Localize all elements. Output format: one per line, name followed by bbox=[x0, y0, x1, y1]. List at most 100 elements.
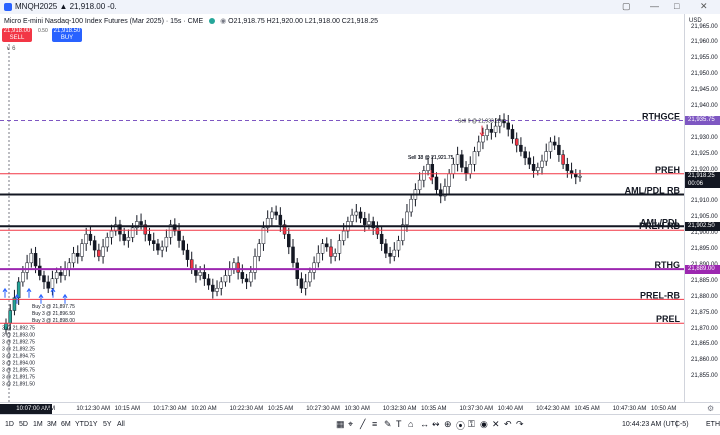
candle-body bbox=[337, 240, 342, 254]
text-icon[interactable]: T bbox=[396, 419, 402, 429]
price-tick: 21,910.00 bbox=[691, 198, 718, 205]
range-6m[interactable]: 6M bbox=[61, 421, 71, 428]
brush-icon[interactable]: ✎ bbox=[384, 419, 392, 430]
price-tick: 21,965.00 bbox=[691, 23, 718, 30]
calendar-icon[interactable]: ▦ bbox=[336, 419, 345, 430]
candle-body bbox=[329, 246, 333, 257]
tab-title[interactable]: MNQH2025 ▲ 21,918.00 -0. bbox=[15, 2, 117, 11]
price-axis[interactable]: USD 21,965.00 21,960.00 21,955.00 21,950.00… bbox=[684, 14, 720, 402]
cursor-icon[interactable]: ⌖ bbox=[348, 419, 353, 430]
symbol-tab-icon bbox=[4, 3, 12, 11]
candle-body bbox=[8, 310, 12, 324]
price-tick: 21,860.00 bbox=[691, 357, 718, 364]
range-1m[interactable]: 1M bbox=[33, 421, 43, 428]
close-window-icon[interactable]: ✕ bbox=[700, 1, 708, 12]
candle-body bbox=[476, 141, 481, 152]
candle-body bbox=[29, 253, 34, 264]
extended-hours-toggle[interactable]: ETH bbox=[706, 421, 720, 428]
time-tick: 10:27:30 AM bbox=[306, 406, 340, 412]
candle-body bbox=[578, 175, 582, 178]
time-tick: 10:47:30 AM bbox=[612, 406, 647, 412]
candle-body bbox=[59, 272, 63, 276]
buy-execution-label: Buy 3 @ 21,897.75 bbox=[32, 304, 75, 310]
candle-body bbox=[333, 253, 337, 257]
order-quantity[interactable]: ∨ 6 bbox=[6, 45, 15, 52]
candle-body bbox=[257, 243, 261, 257]
range-5y[interactable]: 5Y bbox=[103, 421, 112, 428]
candle-body bbox=[350, 214, 354, 222]
quantity-value: 6 bbox=[12, 46, 16, 52]
pattern-icon[interactable]: ⌂ bbox=[408, 419, 413, 429]
candle-body bbox=[223, 275, 228, 283]
clock-display[interactable]: 10:44:23 AM (UTC-5) bbox=[622, 421, 689, 428]
candle-body bbox=[291, 246, 295, 264]
buy-button[interactable]: 21,918.50 BUY bbox=[52, 28, 82, 42]
price-tick: 21,880.00 bbox=[691, 293, 718, 300]
range-1d[interactable]: 1D bbox=[5, 421, 14, 428]
trash-icon[interactable]: ✕ bbox=[492, 419, 500, 430]
range-3m[interactable]: 3M bbox=[47, 421, 57, 428]
magnet-icon[interactable]: ⦿ bbox=[456, 419, 465, 432]
candle-body bbox=[240, 272, 245, 279]
candle-body bbox=[54, 272, 59, 279]
candle-body bbox=[130, 227, 135, 238]
candle-body bbox=[185, 249, 190, 260]
range-all[interactable]: All bbox=[117, 421, 125, 428]
maximize-window-icon[interactable]: □ bbox=[674, 1, 679, 11]
candle-body bbox=[405, 211, 409, 225]
price-tick: 21,875.00 bbox=[691, 309, 718, 316]
time-tick: 10:22:30 AM bbox=[229, 406, 264, 412]
candle-body bbox=[358, 211, 363, 219]
candle-body bbox=[417, 179, 422, 190]
redo-icon[interactable]: ↷ bbox=[516, 419, 524, 430]
candle-body bbox=[38, 265, 42, 276]
candle-body bbox=[71, 253, 76, 264]
eye-icon[interactable]: ◉ bbox=[220, 18, 226, 25]
range-1y[interactable]: 1Y bbox=[89, 421, 98, 428]
candle-body bbox=[76, 253, 80, 257]
candle-body bbox=[139, 221, 143, 225]
eye-icon[interactable]: ◉ bbox=[480, 419, 488, 430]
price-tick: 21,865.00 bbox=[691, 341, 718, 348]
candle-body bbox=[244, 278, 249, 283]
price-chart[interactable]: RTHGCEPREHAML/PDL RBAML/PDLPREH-RBRTHGPR… bbox=[0, 14, 684, 402]
minimize-window-icon[interactable]: — bbox=[650, 1, 659, 11]
undo-icon[interactable]: ↶ bbox=[504, 419, 512, 430]
range-5d[interactable]: 5D bbox=[19, 421, 28, 428]
restore-window-icon[interactable]: ▢ bbox=[622, 1, 631, 12]
price-tick: 21,960.00 bbox=[691, 39, 718, 46]
candle-body bbox=[489, 129, 494, 133]
candle-body bbox=[236, 262, 240, 273]
gear-icon[interactable]: ⚙ bbox=[707, 404, 714, 413]
candle-body bbox=[363, 218, 367, 225]
candle-body bbox=[249, 272, 253, 283]
sell-button[interactable]: 21,918.00 SELL bbox=[2, 28, 32, 42]
level-price-label: 21,889.00 bbox=[685, 264, 720, 274]
fib-icon[interactable]: ≡ bbox=[372, 419, 377, 429]
candle-body bbox=[160, 246, 164, 251]
candle-body bbox=[88, 233, 93, 241]
zoom-icon[interactable]: ⊕ bbox=[444, 419, 452, 430]
candle-body bbox=[379, 233, 384, 244]
candle-body bbox=[396, 240, 401, 251]
sell-execution-label: Sell 9 @ 21,933.25 bbox=[458, 118, 501, 124]
timezone-separator: | bbox=[676, 421, 678, 428]
execution-label: 3 @ 21,894.00 bbox=[2, 361, 35, 367]
time-tick: 10:20 AM bbox=[191, 406, 217, 412]
measure-icon[interactable]: ↔ bbox=[420, 419, 429, 429]
chart-pane[interactable]: RTHGCE PREH AML/PDL RB AML/PDL PREH-RB RTHG PR… bbox=[0, 14, 684, 402]
candle-body bbox=[481, 135, 485, 143]
time-tick: 10:35 AM bbox=[421, 406, 447, 412]
lock-icon[interactable]: ⚿ bbox=[468, 419, 475, 430]
buy-execution-label: Buy 3 @ 21,898.00 bbox=[32, 318, 75, 324]
candle-body bbox=[33, 253, 38, 267]
level-label: RTHG bbox=[655, 260, 681, 270]
time-tick: 10:45 AM bbox=[574, 406, 600, 412]
range-ytd[interactable]: YTD bbox=[75, 421, 89, 428]
trendline-icon[interactable]: ╱ bbox=[360, 419, 365, 430]
candle-body bbox=[392, 249, 397, 257]
symbol-description[interactable]: Micro E-mini Nasdaq-100 Index Futures (M… bbox=[4, 18, 203, 25]
ruler-icon[interactable]: ↭ bbox=[432, 419, 440, 430]
execution-label: 3 @ 21,892.25 bbox=[2, 347, 35, 353]
time-tick: 10 AM bbox=[38, 406, 56, 412]
